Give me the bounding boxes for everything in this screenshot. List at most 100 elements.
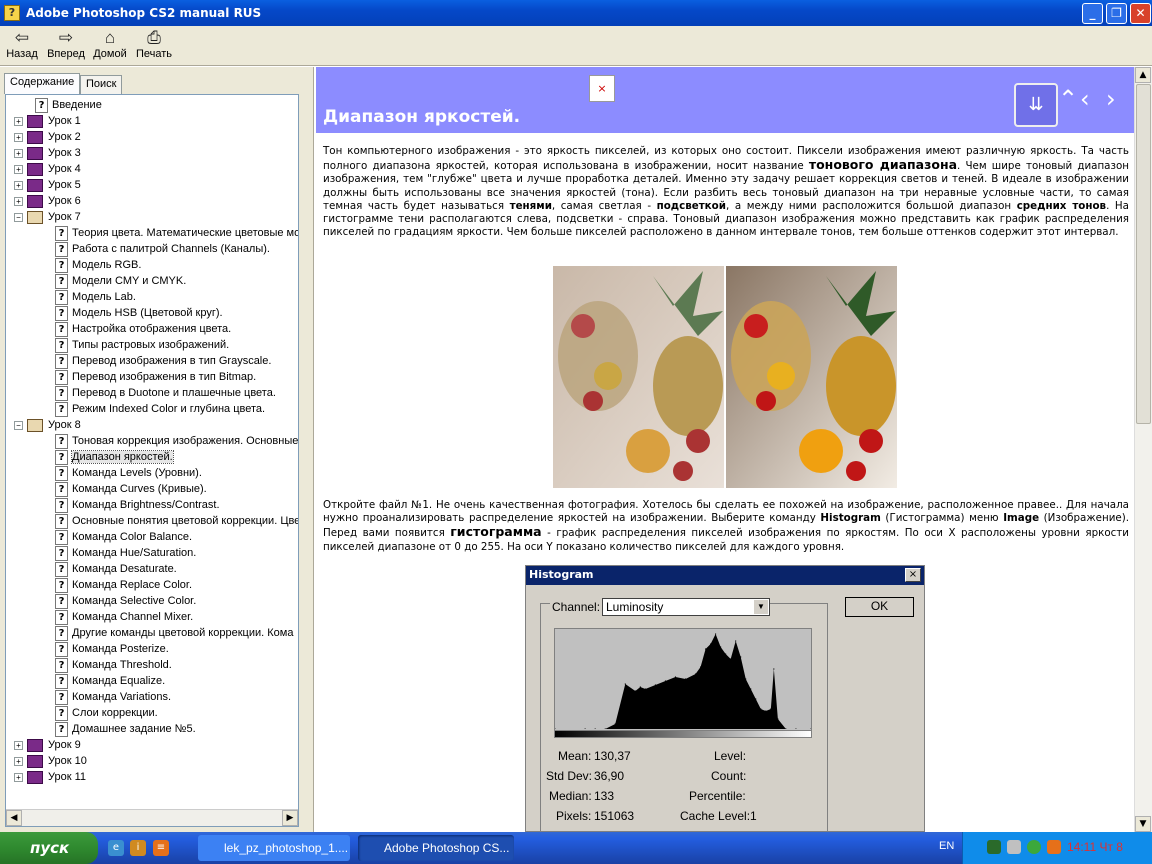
collapse-icon[interactable]: − [14,212,23,222]
pixels-label: Pixels: [556,809,592,823]
network-tray-icon[interactable] [987,840,1001,854]
expand-icon[interactable]: + [14,772,23,782]
tree-topic[interactable]: ? Команда Channel Mixer. [55,609,193,625]
scroll-up-button[interactable]: ▲ [1135,67,1151,83]
nav-next-icon[interactable]: › [1106,85,1116,113]
expand-icon[interactable]: + [14,164,23,174]
expand-icon[interactable]: + [14,132,23,142]
display-tray-icon[interactable] [1007,840,1021,854]
security-tray-icon[interactable] [1027,840,1041,854]
tree-topic[interactable]: ? Команда Equalize. [55,673,165,689]
tree-topic[interactable]: ? Основные понятия цветовой коррекции. Цв… [55,513,298,529]
nav-up-icon[interactable]: ⌃ [1058,85,1078,113]
tree-topic[interactable]: ? Типы растровых изображений. [55,337,229,353]
scroll-down-button[interactable]: ▼ [1135,816,1151,832]
expand-icon[interactable]: + [14,180,23,190]
tree-item-label: Настройка отображения цвета. [72,323,232,335]
tab-search[interactable]: Поиск [80,75,123,94]
contents-tree[interactable]: ? Введение + Урок 1 + Урок 2 + Урок 3 + Урок 4 + Ур… [6,95,298,801]
tree-book[interactable]: + Урок 10 [14,753,87,769]
tree-topic[interactable]: ? Модели CMY и CMYK. [55,273,186,289]
tree-topic[interactable]: ? Команда Curves (Кривые). [55,481,207,497]
channel-select[interactable]: Luminosity ▼ [602,598,770,616]
help-page-icon: ? [55,545,68,561]
tree-topic[interactable]: ? Команда Levels (Уровни). [55,465,202,481]
tree-topic[interactable]: ? Команда Selective Color. [55,593,196,609]
vertical-scrollbar[interactable]: ▲ ▼ [1134,67,1152,832]
tree-topic[interactable]: ? Режим Indexed Color и глубина цвета. [55,401,265,417]
tree-book[interactable]: + Урок 11 [14,769,86,785]
tree-topic[interactable]: ? Домашнее задание №5. [55,721,196,737]
tree-topic[interactable]: ? Перевод в Duotone и плашечные цвета. [55,385,276,401]
tree-topic[interactable]: ? Диапазон яркостей. [55,449,174,465]
tree-book[interactable]: + Урок 4 [14,161,81,177]
nav-prev-icon[interactable]: ‹ [1080,85,1090,113]
tree-topic[interactable]: ? Команда Posterize. [55,641,169,657]
tree-book[interactable]: + Урок 2 [14,129,81,145]
book-icon [27,146,43,160]
title-bar: ? Adobe Photoshop CS2 manual RUS _ ❐ ✕ [0,0,1152,26]
ok-button[interactable]: OK [845,597,914,617]
tree-topic[interactable]: ? Слои коррекции. [55,705,158,721]
tree-topic[interactable]: ? Перевод изображения в тип Grayscale. [55,353,271,369]
histogram-point [710,643,712,645]
scroll-thumb[interactable] [1136,84,1151,424]
tree-book[interactable]: + Урок 3 [14,145,81,161]
app-tray-icon[interactable] [1047,840,1061,854]
expand-icon[interactable]: + [14,196,23,206]
tree-topic[interactable]: ? Модель RGB. [55,257,141,273]
histogram-close-button[interactable]: × [905,568,921,582]
tree-topic[interactable]: ? Команда Replace Color. [55,577,192,593]
collapse-icon[interactable]: − [14,420,23,430]
tree-book[interactable]: − Урок 8 [14,417,81,433]
nav-down-button[interactable]: ⇊ [1014,83,1058,127]
tree-topic[interactable]: ? Перевод изображения в тип Bitmap. [55,369,256,385]
tree-topic[interactable]: ? Теория цвета. Математические цветовые м… [55,225,298,241]
restore-button[interactable]: ❐ [1106,3,1127,24]
tree-topic[interactable]: ? Модель HSB (Цветовой круг). [55,305,223,321]
tree-book[interactable]: + Урок 5 [14,177,81,193]
tree-topic[interactable]: ? Команда Brightness/Contrast. [55,497,220,513]
tree-book[interactable]: + Урок 6 [14,193,81,209]
tree-topic[interactable]: ? Другие команды цветовой коррекции. Кома [55,625,293,641]
back-button[interactable]: ⇦ Назад [4,28,40,60]
chevron-down-icon[interactable]: ▼ [754,600,768,614]
histogram-point [750,688,752,690]
expand-icon[interactable]: + [14,116,23,126]
tree-topic[interactable]: ? Введение [35,97,102,113]
info-quicklaunch-icon[interactable]: i [130,840,146,856]
expand-icon[interactable]: + [14,148,23,158]
tab-contents[interactable]: Содержание [4,73,81,94]
horizontal-scrollbar[interactable]: ◀ ▶ [6,809,298,826]
minimize-button[interactable]: _ [1082,3,1103,24]
expand-icon[interactable]: + [14,756,23,766]
home-button[interactable]: ⌂ Домой [92,28,128,60]
tree-topic[interactable]: ? Команда Variations. [55,689,171,705]
print-button[interactable]: ⎙ Печать [134,28,174,60]
start-button[interactable]: пуск [0,832,98,864]
tree-topic[interactable]: ? Модель Lab. [55,289,136,305]
tree-topic[interactable]: ? Тоновая коррекция изображения. Основные [55,433,298,449]
tree-topic[interactable]: ? Работа с палитрой Channels (Каналы). [55,241,270,257]
scroll-right-button[interactable]: ▶ [282,810,298,826]
task-photoshop-help[interactable]: Adobe Photoshop CS... [358,835,514,861]
tree-item-label: Модель Lab. [72,291,136,303]
expand-icon[interactable]: + [14,740,23,750]
browser-quicklaunch-icon[interactable]: e [108,840,124,856]
close-button[interactable]: ✕ [1130,3,1151,24]
task-word-document[interactable]: lek_pz_photoshop_1.... [198,835,350,861]
tree-topic[interactable]: ? Команда Hue/Saturation. [55,545,196,561]
tree-topic[interactable]: ? Команда Desaturate. [55,561,177,577]
tree-book[interactable]: + Урок 1 [14,113,81,129]
tree-book[interactable]: + Урок 9 [14,737,81,753]
tree-book[interactable]: − Урок 7 [14,209,81,225]
language-indicator[interactable]: EN [939,840,954,852]
tree-topic[interactable]: ? Команда Threshold. [55,657,172,673]
histogram-point [730,658,732,660]
channel-label: Channel: [550,600,603,614]
forward-button[interactable]: ⇨ Вперед [46,28,86,60]
app-quicklaunch-icon[interactable]: ≡ [153,840,169,856]
tree-topic[interactable]: ? Настройка отображения цвета. [55,321,231,337]
tree-topic[interactable]: ? Команда Color Balance. [55,529,192,545]
scroll-left-button[interactable]: ◀ [6,810,22,826]
